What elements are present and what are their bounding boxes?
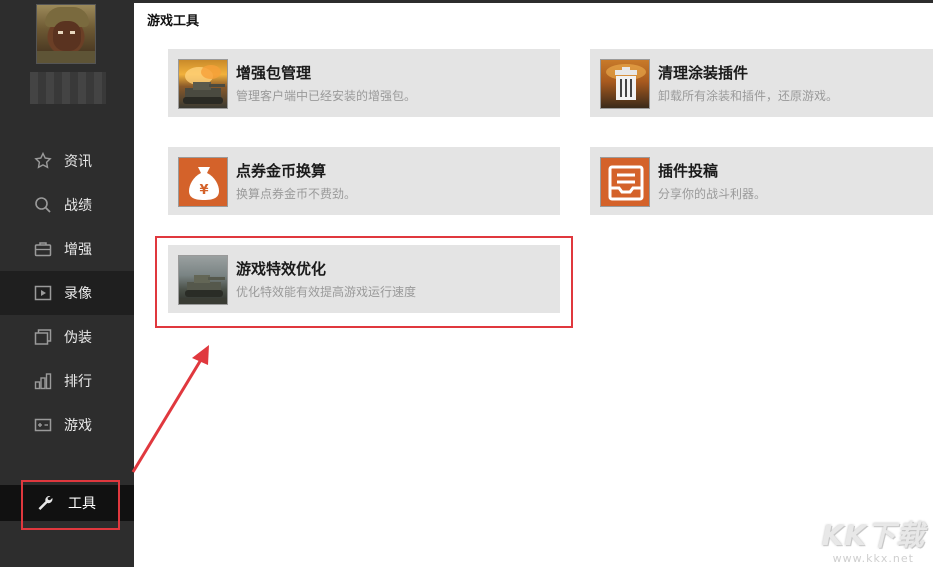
sidebar-item-label: 工具 [68,496,96,512]
page-title: 游戏工具 [147,14,200,29]
watermark-url: www.kkx.net [832,552,914,565]
card-description: 优化特效能有效提高游戏运行速度 [236,285,417,299]
sidebar-item-label: 排行 [64,374,92,390]
card-graphics-optimize[interactable]: 游戏特效优化 优化特效能有效提高游戏运行速度 [168,245,560,313]
star-icon [34,152,52,170]
gamepad-icon [34,416,52,434]
card-title: 插件投稿 [658,162,719,180]
burning-tank-image [178,59,228,109]
avatar-shoulders [37,51,95,63]
search-icon [34,196,52,214]
sidebar-item-camo[interactable]: 伪装 [0,315,134,359]
sidebar-item-label: 录像 [64,286,92,302]
trash-can-image [600,59,650,109]
bar-chart-icon [34,372,52,390]
card-clean-skins[interactable]: 清理涂装插件 卸载所有涂装和插件，还原游戏。 [590,49,933,117]
card-plugin-submit[interactable]: 插件投稿 分享你的战斗利器。 [590,147,933,215]
sidebar-item-label: 战绩 [64,198,92,214]
card-title: 清理涂装插件 [658,64,749,82]
sidebar-item-news[interactable]: 资讯 [0,139,134,183]
inbox-tray-icon [600,157,650,207]
card-currency-converter[interactable]: ¥ 点券金币换算 换算点券金币不费劲。 [168,147,560,215]
sidebar-item-replay[interactable]: 录像 [0,271,134,315]
sidebar-item-label: 资讯 [64,154,92,170]
money-bag-icon: ¥ [178,157,228,207]
sidebar-item-ranking[interactable]: 排行 [0,359,134,403]
briefcase-icon [34,240,52,258]
username-blurred [30,72,106,104]
user-avatar[interactable] [36,4,96,64]
card-title: 增强包管理 [236,64,312,82]
sidebar: 资讯 战绩 增强 录像 伪装 排行 游戏 工具 [0,0,134,567]
avatar-face [53,21,81,51]
tank-image [178,255,228,305]
card-addon-manager[interactable]: 增强包管理 管理客户端中已经安装的增强包。 [168,49,560,117]
svg-text:¥: ¥ [199,183,208,198]
watermark-logo: KK下载 [821,519,925,552]
sidebar-item-stats[interactable]: 战绩 [0,183,134,227]
card-title: 游戏特效优化 [236,260,327,278]
avatar-eye [70,31,75,34]
sidebar-item-label: 游戏 [64,418,92,434]
sidebar-item-label: 增强 [64,242,92,258]
card-description: 分享你的战斗利器。 [658,187,767,201]
top-border [134,0,933,3]
avatar-eye [58,31,63,34]
card-description: 换算点券金币不费劲。 [236,187,357,201]
sidebar-item-tools[interactable]: 工具 [0,485,134,521]
sidebar-nav: 资讯 战绩 增强 录像 伪装 排行 游戏 [0,139,134,447]
layers-icon [34,328,52,346]
card-description: 管理客户端中已经安装的增强包。 [236,89,417,103]
sidebar-item-games[interactable]: 游戏 [0,403,134,447]
card-title: 点券金币换算 [236,162,327,180]
wrench-icon [36,494,54,512]
watermark: KK下载 www.kkx.net [822,514,925,565]
sidebar-item-label: 伪装 [64,330,92,346]
card-description: 卸载所有涂装和插件，还原游戏。 [658,89,839,103]
play-icon [34,284,52,302]
sidebar-item-enhance[interactable]: 增强 [0,227,134,271]
